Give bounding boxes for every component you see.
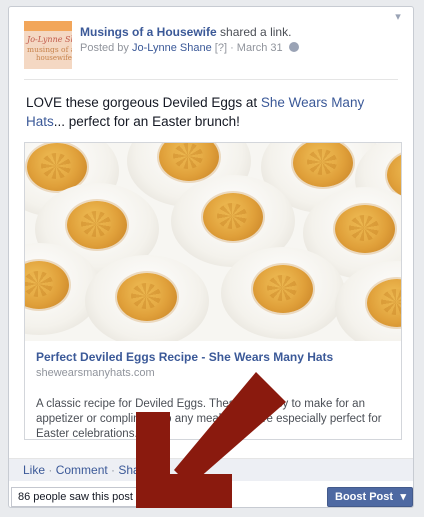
egg-image xyxy=(85,255,209,341)
post-action-text: shared a link. xyxy=(220,25,292,39)
egg-image xyxy=(221,247,345,339)
boost-post-label: Boost Post xyxy=(335,491,394,503)
like-link[interactable]: Like xyxy=(23,463,45,477)
header-divider xyxy=(24,79,398,80)
link-attachment[interactable]: Perfect Deviled Eggs Recipe - She Wears … xyxy=(24,142,402,440)
post-date-link[interactable]: March 31 xyxy=(237,42,283,54)
avatar-text-line2: musings of a xyxy=(27,45,72,54)
page-name-link[interactable]: Musings of a Housewife xyxy=(80,25,217,39)
avatar-top-bar xyxy=(24,21,72,31)
avatar-text-line3: housewife xyxy=(36,54,72,62)
message-text-after: ... perfect for an Easter brunch! xyxy=(53,114,240,129)
help-marker[interactable]: [?] xyxy=(215,42,227,54)
post-message: LOVE these gorgeous Deviled Eggs at She … xyxy=(26,93,396,131)
post-header-text: Musings of a Housewife shared a link. Po… xyxy=(80,24,299,56)
action-separator: · xyxy=(107,463,119,477)
author-link[interactable]: Jo-Lynne Shane xyxy=(132,42,212,54)
post-actions-bar: Like · Comment · Share xyxy=(9,458,413,481)
avatar-text-line1: Jo-Lynne Shane's xyxy=(27,35,72,44)
chevron-down-icon: ▾ xyxy=(400,491,406,503)
action-separator: · xyxy=(45,463,56,477)
boost-post-button[interactable]: Boost Post ▾ xyxy=(327,487,413,507)
page-avatar[interactable]: Jo-Lynne Shane's musings of a housewife xyxy=(24,21,72,69)
share-link[interactable]: Share xyxy=(118,463,150,477)
attachment-description: A classic recipe for Deviled Eggs. These… xyxy=(36,398,382,440)
attachment-photo[interactable] xyxy=(25,143,401,341)
meta-separator: · xyxy=(230,42,234,54)
posted-by-prefix: Posted by xyxy=(80,42,129,54)
post-meta: Posted by Jo-Lynne Shane [?] · March 31 xyxy=(80,40,299,56)
post-options-chevron-icon[interactable]: ▾ xyxy=(391,11,405,23)
post-header: Jo-Lynne Shane's musings of a housewife … xyxy=(24,21,393,73)
post-card: ▾ Jo-Lynne Shane's musings of a housewif… xyxy=(8,6,414,508)
message-text-before: LOVE these gorgeous Deviled Eggs at xyxy=(26,95,261,110)
globe-icon[interactable] xyxy=(288,42,299,52)
post-reach-insights[interactable]: 86 people saw this post xyxy=(11,487,223,507)
attachment-domain: shewearsmanyhats.com xyxy=(36,367,155,379)
comment-link[interactable]: Comment xyxy=(56,463,108,477)
post-action-links: Like · Comment · Share xyxy=(23,463,150,477)
attachment-title-link[interactable]: Perfect Deviled Eggs Recipe - She Wears … xyxy=(36,350,333,364)
